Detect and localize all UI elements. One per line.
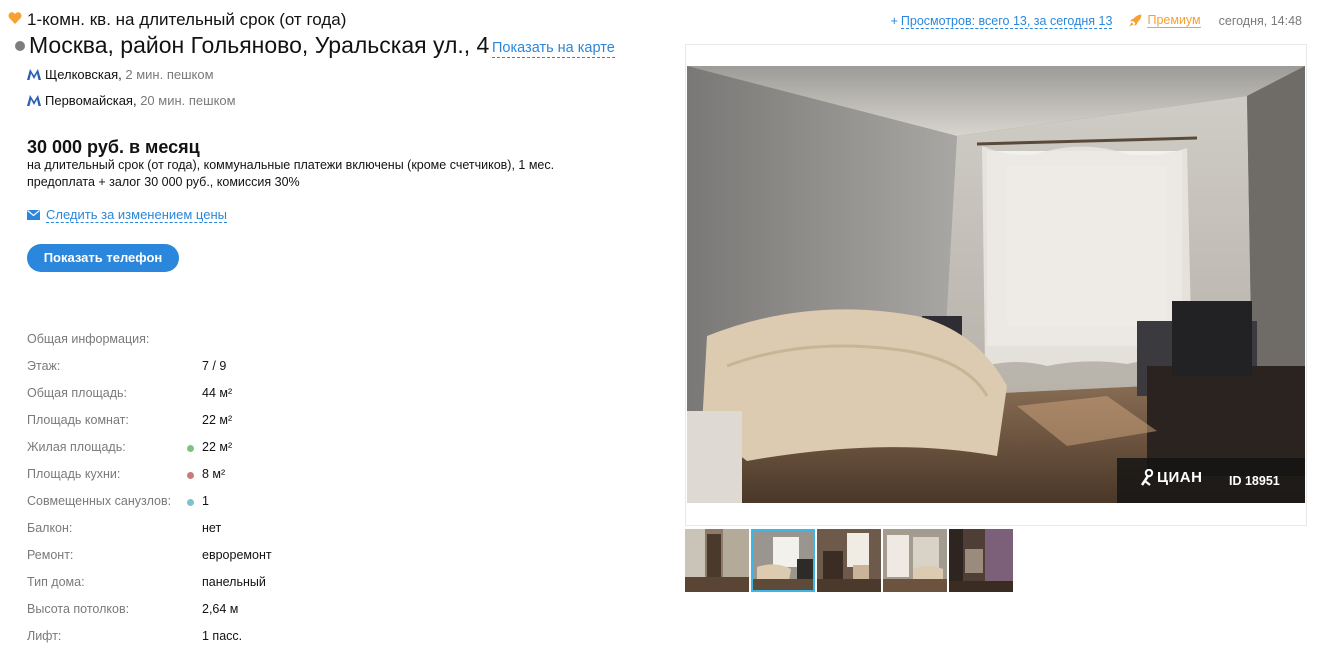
- info-value: 1: [202, 494, 209, 508]
- metro-walk-time: 2 мин. пешком: [125, 67, 214, 82]
- cian-logo: ЦИАН: [1140, 469, 1202, 486]
- info-value: 8 м²: [202, 467, 226, 481]
- views-link[interactable]: + Просмотров: всего 13, за сегодня 13: [890, 13, 1113, 29]
- info-value: евроремонт: [202, 548, 272, 562]
- thumbnail[interactable]: [883, 529, 947, 592]
- info-value: нет: [202, 521, 222, 535]
- thumbnail[interactable]: [949, 529, 1013, 592]
- living-area-dot: [187, 445, 194, 452]
- thumbnail-strip: [685, 529, 1015, 592]
- views-counter: Просмотров: всего 13, за сегодня 13: [900, 13, 1113, 29]
- metro-icon: [27, 95, 41, 106]
- watch-price-label: Следить за изменением цены: [46, 207, 227, 223]
- info-label: Ремонт:: [27, 548, 74, 562]
- premium-badge[interactable]: Премиум: [1129, 13, 1201, 28]
- info-heading: Общая информация:: [27, 332, 150, 346]
- info-label: Площадь комнат:: [27, 413, 129, 427]
- info-value: 22 м²: [202, 440, 233, 454]
- info-label: Общая площадь:: [27, 386, 128, 400]
- premium-label: Премиум: [1147, 13, 1201, 28]
- views-plus: +: [890, 13, 898, 28]
- rental-terms: на длительный срок (от года), коммунальн…: [27, 158, 555, 189]
- address-bullet: [15, 41, 25, 51]
- info-value: 22 м²: [202, 413, 233, 427]
- main-photo[interactable]: ЦИАН ID 18951: [687, 66, 1305, 503]
- info-value: 44 м²: [202, 386, 233, 400]
- kitchen-area-dot: [187, 472, 194, 479]
- info-value: 7 / 9: [202, 359, 227, 373]
- info-label: Лифт:: [27, 629, 62, 643]
- show-on-map-link[interactable]: Показать на карте: [492, 40, 615, 58]
- metro-station[interactable]: Первомайская,: [45, 93, 137, 108]
- thumbnail[interactable]: [685, 529, 749, 592]
- room-photo-illustration: [687, 66, 1305, 503]
- show-phone-button[interactable]: Показать телефон: [27, 244, 179, 272]
- watch-price-link[interactable]: Следить за изменением цены: [27, 207, 227, 223]
- listing-title: 1-комн. кв. на длительный срок (от года): [27, 10, 347, 29]
- cian-logo-text: ЦИАН: [1157, 469, 1203, 486]
- info-label: Совмещенных санузлов:: [27, 494, 172, 508]
- rocket-icon: [1129, 14, 1142, 27]
- cian-pin-icon: [1140, 469, 1154, 486]
- heart-icon[interactable]: [8, 11, 22, 25]
- info-value: панельный: [202, 575, 266, 589]
- bathroom-dot: [187, 499, 194, 506]
- cian-watermark: ЦИАН ID 18951: [1117, 458, 1305, 503]
- photo-id: ID 18951: [1229, 474, 1280, 488]
- metro-item: Щелковская, 2 мин. пешком: [27, 67, 214, 82]
- metro-walk-time: 20 мин. пешком: [140, 93, 236, 108]
- info-label: Балкон:: [27, 521, 73, 535]
- info-label: Тип дома:: [27, 575, 85, 589]
- mail-icon: [27, 210, 40, 220]
- info-label: Этаж:: [27, 359, 61, 373]
- metro-station[interactable]: Щелковская,: [45, 67, 122, 82]
- thumbnail[interactable]: [817, 529, 881, 592]
- info-label: Высота потолков:: [27, 602, 130, 616]
- info-label: Площадь кухни:: [27, 467, 121, 481]
- metro-item: Первомайская, 20 мин. пешком: [27, 93, 236, 108]
- address: Москва, район Гольяново, Уральская ул., …: [29, 32, 490, 58]
- price: 30 000 руб. в месяц: [27, 137, 200, 157]
- publish-date: сегодня, 14:48: [1218, 13, 1302, 28]
- thumbnail-active[interactable]: [751, 529, 815, 592]
- top-meta-bar: + Просмотров: всего 13, за сегодня 13 Пре…: [890, 13, 1302, 29]
- info-label: Жилая площадь:: [27, 440, 126, 454]
- metro-icon: [27, 69, 41, 80]
- info-value: 2,64 м: [202, 602, 239, 616]
- info-value: 1 пасс.: [202, 629, 243, 643]
